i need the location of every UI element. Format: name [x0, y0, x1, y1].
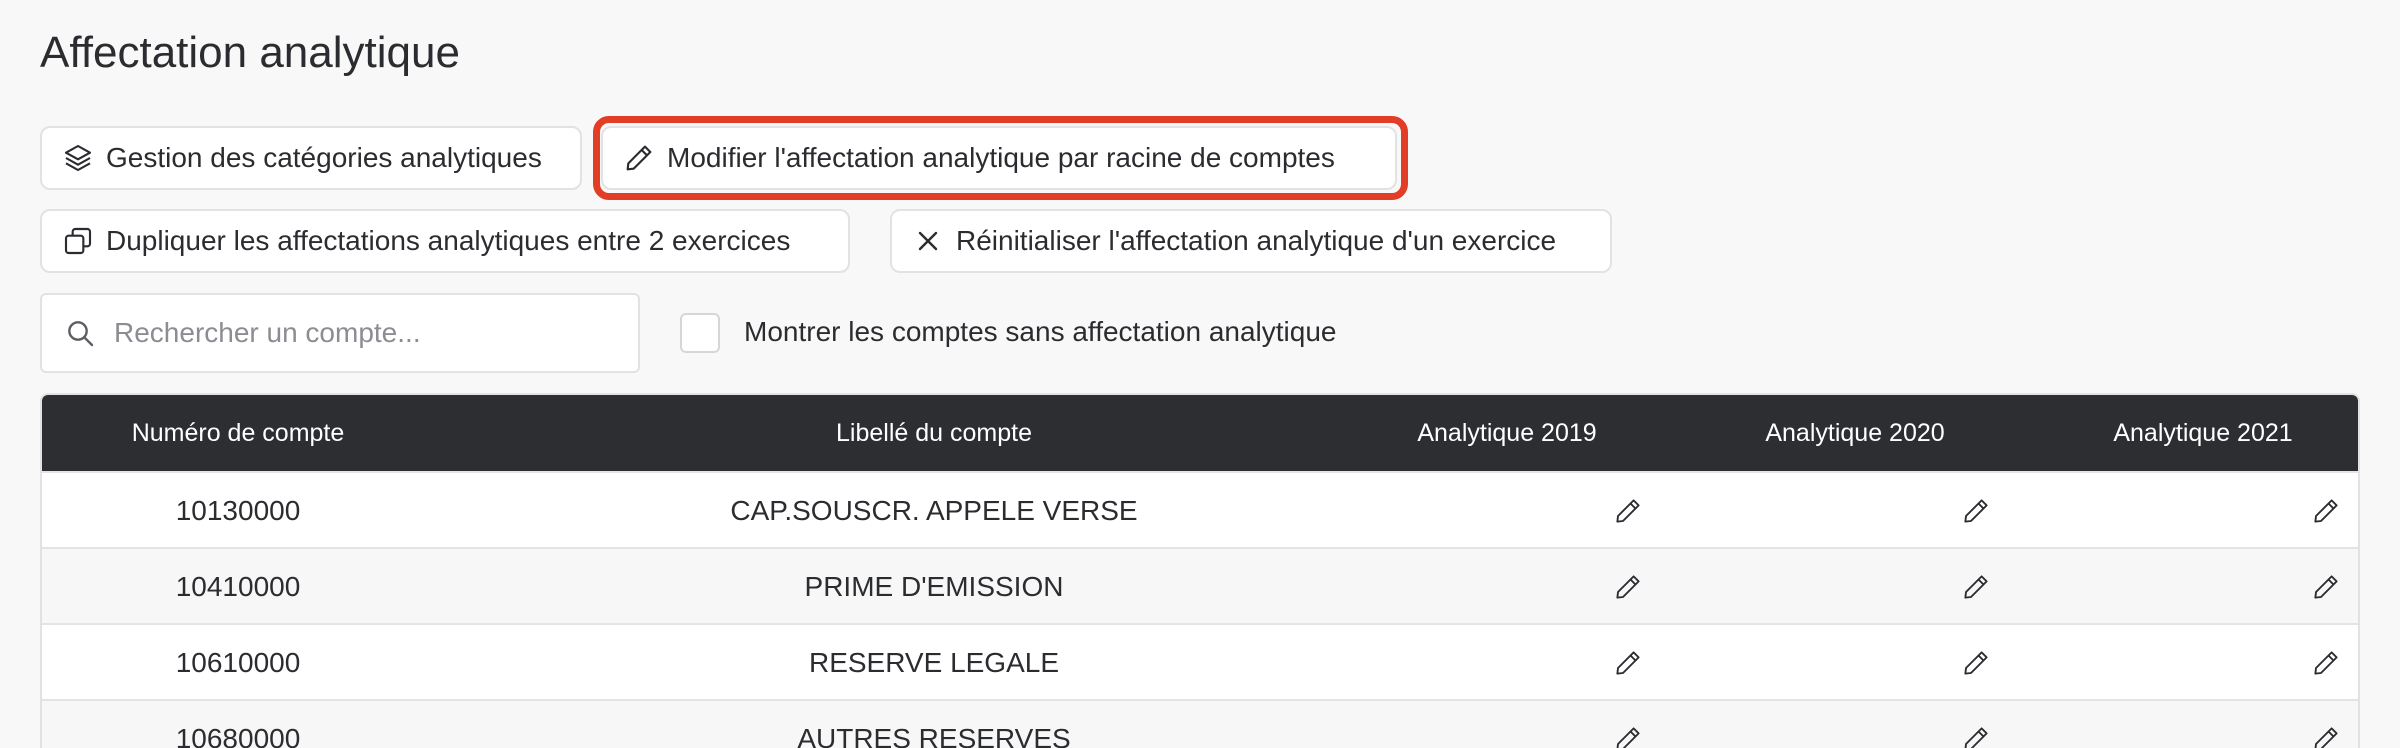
pencil-icon — [1964, 727, 1988, 748]
edit-2021-button[interactable] — [2302, 625, 2350, 701]
search-input[interactable] — [114, 317, 594, 349]
header-analytics-2020[interactable]: Analytique 2020 — [1690, 395, 2020, 471]
show-unassigned-label[interactable]: Montrer les comptes sans affectation ana… — [744, 316, 1336, 348]
account-number: 10130000 — [175, 495, 301, 526]
edit-2020-button[interactable] — [1952, 473, 2000, 549]
search-box[interactable] — [40, 293, 640, 373]
duplicate-label: Dupliquer les affectations analytiques e… — [106, 225, 791, 256]
close-icon — [918, 231, 938, 251]
pencil-icon — [2314, 575, 2338, 599]
modify-by-root-button[interactable]: Modifier l'affectation analytique par ra… — [601, 126, 1397, 190]
edit-2020-button[interactable] — [1952, 549, 2000, 625]
manage-categories-label: Gestion des catégories analytiques — [106, 142, 542, 173]
edit-2019-button[interactable] — [1604, 549, 1652, 625]
table-row: 10680000 AUTRES RESERVES — [42, 699, 2358, 748]
account-label: RESERVE LEGALE — [808, 647, 1060, 678]
account-label: PRIME D'EMISSION — [804, 571, 1064, 602]
header-analytics-2021[interactable]: Analytique 2021 — [2038, 395, 2358, 471]
header-analytics-2019[interactable]: Analytique 2019 — [1342, 395, 1672, 471]
account-label: AUTRES RESERVES — [797, 723, 1071, 748]
pencil-icon — [1964, 575, 1988, 599]
header-account-number[interactable]: Numéro de compte — [42, 395, 434, 471]
pencil-icon — [2314, 651, 2338, 675]
show-unassigned-checkbox[interactable] — [680, 313, 720, 353]
pencil-icon — [1616, 727, 1640, 748]
manage-categories-button[interactable]: Gestion des catégories analytiques — [40, 126, 582, 190]
accounts-table: Numéro de compte Libellé du compte Analy… — [40, 393, 2360, 748]
modify-by-root-label: Modifier l'affectation analytique par ra… — [667, 142, 1335, 173]
pencil-icon — [626, 145, 652, 171]
page-title: Affectation analytique — [40, 28, 460, 77]
account-number: 10410000 — [175, 571, 301, 602]
pencil-icon — [2314, 727, 2338, 748]
account-number: 10680000 — [175, 723, 301, 748]
edit-2019-button[interactable] — [1604, 701, 1652, 748]
pencil-icon — [2314, 499, 2338, 523]
account-number: 10610000 — [175, 647, 301, 678]
edit-2021-button[interactable] — [2302, 701, 2350, 748]
table-row: 10610000 RESERVE LEGALE — [42, 623, 2358, 699]
edit-2021-button[interactable] — [2302, 549, 2350, 625]
edit-2021-button[interactable] — [2302, 473, 2350, 549]
account-label: CAP.SOUSCR. APPELE VERSE — [730, 495, 1138, 526]
table-row: 10410000 PRIME D'EMISSION — [42, 547, 2358, 623]
table-header: Numéro de compte Libellé du compte Analy… — [42, 395, 2358, 471]
edit-2020-button[interactable] — [1952, 701, 2000, 748]
duplicate-button[interactable]: Dupliquer les affectations analytiques e… — [40, 209, 850, 273]
pencil-icon — [1616, 575, 1640, 599]
pencil-icon — [1964, 499, 1988, 523]
pencil-icon — [1616, 651, 1640, 675]
page: Affectation analytique Gestion des catég… — [0, 0, 2400, 748]
reset-label: Réinitialiser l'affectation analytique d… — [956, 225, 1557, 256]
header-account-label[interactable]: Libellé du compte — [434, 395, 1434, 471]
reset-button[interactable]: Réinitialiser l'affectation analytique d… — [890, 209, 1612, 273]
pencil-icon — [1616, 499, 1640, 523]
edit-2019-button[interactable] — [1604, 473, 1652, 549]
search-icon — [68, 321, 94, 347]
layers-icon — [64, 144, 92, 172]
copy-icon — [64, 227, 92, 255]
edit-2019-button[interactable] — [1604, 625, 1652, 701]
pencil-icon — [1964, 651, 1988, 675]
edit-2020-button[interactable] — [1952, 625, 2000, 701]
table-row: 10130000 CAP.SOUSCR. APPELE VERSE — [42, 471, 2358, 547]
